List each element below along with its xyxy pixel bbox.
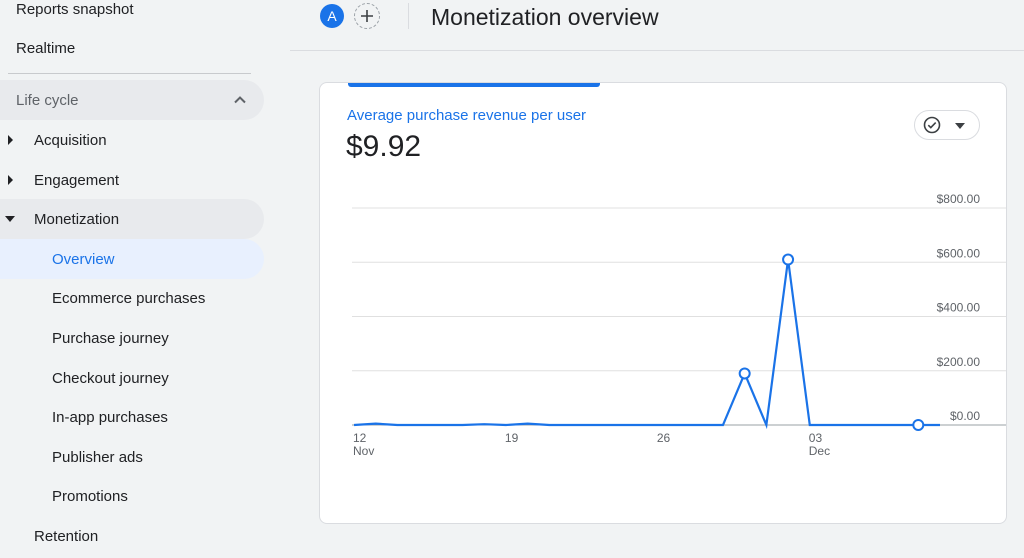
dropdown-arrow-icon (955, 123, 965, 129)
section-life-cycle[interactable]: Life cycle (0, 80, 264, 120)
nav-overview-label: Overview (52, 250, 115, 268)
sidebar-divider (8, 73, 251, 74)
nav-publisher-ads-label: Publisher ads (52, 448, 143, 466)
series-line (353, 259, 940, 430)
page-title: Monetization overview (431, 4, 659, 30)
group-retention[interactable]: Retention (0, 516, 264, 556)
plus-icon (361, 10, 373, 22)
data-point (782, 253, 795, 266)
caret-down-icon (5, 216, 15, 222)
metric-value: $9.92 (346, 130, 422, 163)
caret-right-icon (8, 135, 13, 145)
y-tick-label: $600.00 (937, 246, 981, 260)
data-point (912, 419, 925, 431)
section-life-cycle-label: Life cycle (16, 91, 79, 109)
x-tick-label: 26 (657, 431, 671, 445)
y-tick-label: $800.00 (937, 192, 981, 206)
y-tick-label: $0.00 (950, 409, 980, 423)
chart-options-button[interactable] (914, 110, 980, 140)
nav-overview[interactable]: Overview (0, 239, 264, 279)
nav-purchase-journey-label: Purchase journey (52, 329, 169, 347)
line-chart: $0.00 $200.00 $400.00 $600.00 $800.00 12Nov 19… (352, 192, 1006, 458)
group-acquisition-label: Acquisition (34, 131, 107, 149)
y-tick-label: $400.00 (937, 301, 981, 315)
group-monetization-label: Monetization (34, 210, 120, 228)
caret-right-icon (8, 175, 13, 185)
sidebar: Reports snapshot Realtime Life cycle Acq… (0, 0, 268, 558)
check-circle-icon (923, 116, 941, 134)
x-tick-label: 03 (809, 431, 823, 445)
chevron-up-icon (234, 96, 246, 104)
metric-label[interactable]: Average purchase revenue per user (347, 107, 586, 124)
group-monetization[interactable]: Monetization (0, 199, 264, 239)
nav-in-app-purchases[interactable]: In-app purchases (0, 397, 264, 437)
nav-checkout-journey-label: Checkout journey (52, 369, 169, 387)
nav-ecommerce-purchases-label: Ecommerce purchases (52, 289, 206, 307)
data-point (738, 367, 751, 380)
page-header: A Monetization overview (290, 0, 1024, 51)
x-tick-label: 19 (505, 431, 519, 445)
nav-in-app-purchases-label: In-app purchases (52, 408, 168, 426)
nav-ecommerce-purchases[interactable]: Ecommerce purchases (0, 278, 264, 318)
add-comparison-button[interactable] (354, 3, 380, 29)
group-acquisition[interactable]: Acquisition (0, 120, 264, 160)
nav-promotions-label: Promotions (52, 487, 128, 505)
header-separator (408, 3, 409, 29)
nav-promotions[interactable]: Promotions (0, 476, 264, 516)
x-tick-label: 12 (353, 431, 367, 445)
nav-checkout-journey[interactable]: Checkout journey (0, 358, 264, 398)
nav-reports-snapshot[interactable]: Reports snapshot (16, 0, 134, 29)
x-tick-month-label: Nov (353, 444, 374, 458)
avatar[interactable]: A (320, 4, 344, 28)
metric-card: $0.00 $200.00 $400.00 $600.00 $800.00 12 Nov 19… (319, 82, 1007, 524)
group-engagement[interactable]: Engagement (0, 160, 264, 200)
nav-purchase-journey[interactable]: Purchase journey (0, 318, 264, 358)
group-retention-label: Retention (34, 527, 99, 545)
nav-publisher-ads[interactable]: Publisher ads (0, 437, 264, 477)
group-engagement-label: Engagement (34, 171, 120, 189)
y-tick-label: $200.00 (937, 355, 981, 369)
x-tick-month-label: Dec (809, 444, 830, 458)
nav-realtime[interactable]: Realtime (16, 28, 75, 68)
